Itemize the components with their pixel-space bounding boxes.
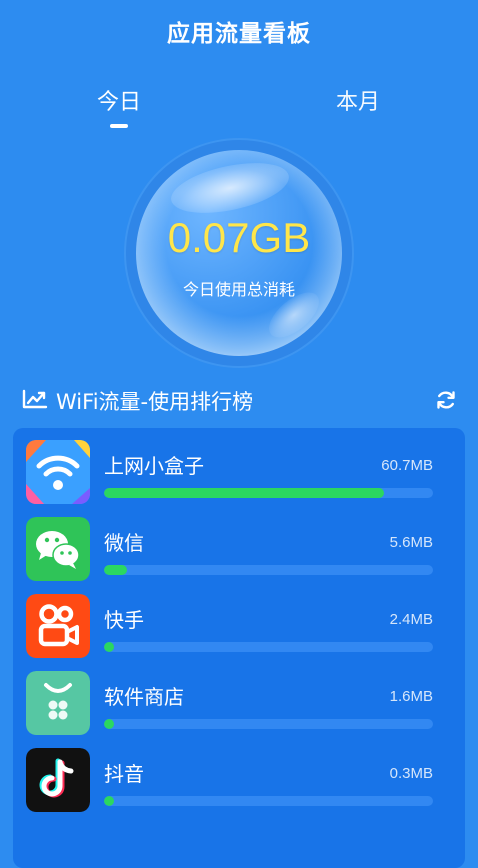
ranking-header: WiFi流量-使用排行榜 <box>22 384 462 416</box>
bubble-highlight <box>166 154 294 222</box>
period-tabs: 今日 本月 <box>0 84 478 134</box>
app-ranking-list: 上网小盒子 60.7MB 微信 5.6MB 快手 2.4MB 软件商店 1.6M… <box>13 428 465 868</box>
wifi-box-app-icon <box>26 440 90 504</box>
app-usage: 0.3MB <box>389 765 433 782</box>
app-name: 微信 <box>104 531 144 555</box>
douyin-app-icon <box>26 748 90 812</box>
usage-progress-fill <box>104 719 114 729</box>
list-item-kuaishou[interactable]: 快手 2.4MB <box>13 582 465 658</box>
app-name: 上网小盒子 <box>104 454 204 478</box>
app-usage: 2.4MB <box>389 611 433 628</box>
page-title: 应用流量看板 <box>167 21 311 47</box>
usage-progress-track <box>104 565 433 575</box>
list-item-wechat[interactable]: 微信 5.6MB <box>13 505 465 581</box>
total-usage-caption: 今日使用总消耗 <box>182 280 295 299</box>
usage-bubble: 0.07GB 今日使用总消耗 <box>126 140 352 366</box>
refresh-icon[interactable] <box>434 388 458 412</box>
list-item-douyin[interactable]: 抖音 0.3MB <box>13 736 465 812</box>
usage-progress-fill <box>104 565 127 575</box>
tab-month-label: 本月 <box>335 90 380 115</box>
trend-chart-icon <box>22 389 48 409</box>
active-tab-indicator <box>110 124 128 128</box>
list-item-wifi-box[interactable]: 上网小盒子 60.7MB <box>13 428 465 504</box>
usage-progress-track <box>104 796 433 806</box>
usage-progress-track <box>104 488 433 498</box>
app-store-icon <box>26 671 90 735</box>
usage-progress-track <box>104 642 433 652</box>
wechat-app-icon <box>26 517 90 581</box>
tab-today-label: 今日 <box>96 90 141 115</box>
app-name: 抖音 <box>104 762 144 786</box>
app-name: 软件商店 <box>104 685 184 709</box>
usage-progress-fill <box>104 796 114 806</box>
app-usage: 60.7MB <box>381 457 433 474</box>
usage-progress-fill <box>104 642 114 652</box>
list-item-app-store[interactable]: 软件商店 1.6MB <box>13 659 465 735</box>
tab-today[interactable]: 今日 <box>59 84 179 128</box>
app-name: 快手 <box>104 608 144 632</box>
total-usage-value: 0.07GB <box>167 214 311 261</box>
tab-month[interactable]: 本月 <box>298 84 418 116</box>
kuaishou-app-icon <box>26 594 90 658</box>
usage-progress-track <box>104 719 433 729</box>
usage-progress-fill <box>104 488 384 498</box>
app-usage: 1.6MB <box>389 688 433 705</box>
ranking-title: WiFi流量-使用排行榜 <box>56 390 254 414</box>
app-usage: 5.6MB <box>389 534 433 551</box>
